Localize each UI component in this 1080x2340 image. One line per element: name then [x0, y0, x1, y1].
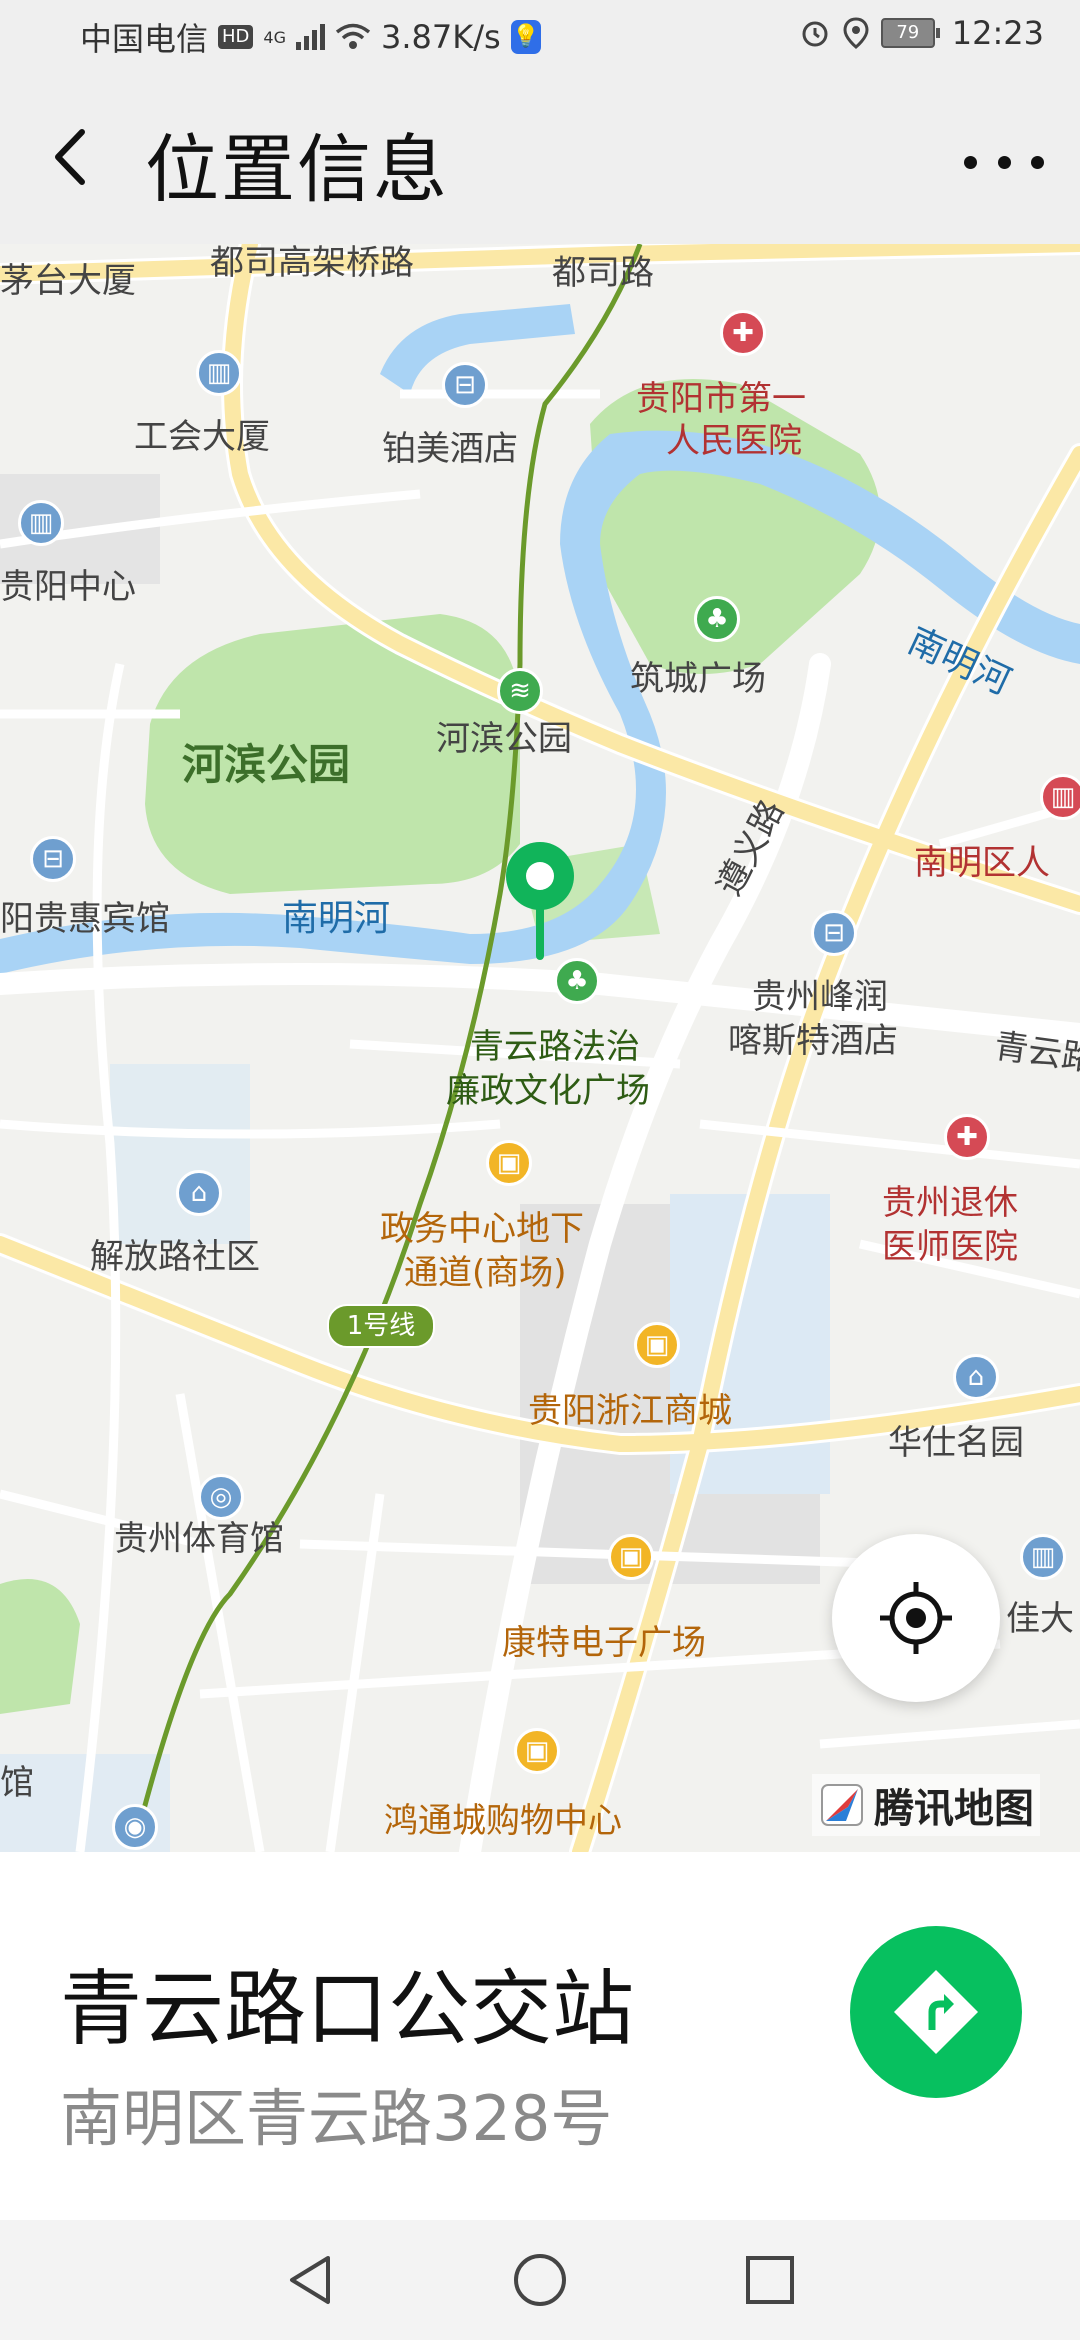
- map-label: 廉政文化广场: [446, 1071, 650, 1111]
- hospital-icon[interactable]: ▥: [1040, 774, 1080, 820]
- alarm-icon: [802, 21, 828, 47]
- map-label: 南明河: [282, 898, 391, 939]
- navigate-button[interactable]: [850, 1926, 1022, 2098]
- tencent-map-logo: 腾讯地图: [812, 1774, 1040, 1836]
- place-name: 青云路口公交站: [60, 1962, 635, 2057]
- nav-home-icon[interactable]: [510, 2250, 570, 2310]
- map-label: 河滨公园: [182, 740, 351, 789]
- map-label: 人民医院: [666, 421, 802, 461]
- map-label: 贵阳市第一: [636, 379, 806, 419]
- hotel-icon[interactable]: ⊟: [442, 362, 488, 408]
- battery-level: 79: [880, 18, 935, 48]
- page-title: 位置信息: [145, 127, 449, 213]
- stadium-icon[interactable]: ◎: [198, 1474, 244, 1520]
- wifi-icon: [335, 23, 371, 49]
- bulb-app-icon: 💡: [510, 20, 541, 54]
- status-left: 中国电信 HD 4G 3.87K/s 💡: [80, 14, 541, 60]
- hotel-icon[interactable]: ⊟: [30, 836, 76, 882]
- map-label: 阳贵惠宾馆: [0, 899, 170, 939]
- map-label: 河滨公园: [436, 719, 572, 759]
- office-icon[interactable]: ▥: [18, 500, 64, 546]
- map-label: 贵州峰润: [752, 977, 888, 1017]
- locate-button[interactable]: [832, 1534, 1000, 1702]
- carrier-label: 中国电信: [80, 20, 209, 58]
- map-label: 茅台大厦: [0, 261, 136, 301]
- map-label: 贵州体育馆: [114, 1519, 284, 1559]
- map-label: 馆: [0, 1763, 34, 1803]
- more-button[interactable]: [964, 142, 1044, 182]
- map-label: 贵州退休: [882, 1183, 1018, 1223]
- speed-label: 3.87K/s: [381, 18, 501, 56]
- title-bar: 位置信息: [0, 72, 1080, 244]
- map-label: 佳大: [1006, 1599, 1074, 1639]
- tencent-map-logo-icon: [821, 1784, 863, 1826]
- more-icon: [964, 155, 977, 169]
- nav-recents-icon[interactable]: [740, 2250, 800, 2310]
- back-button[interactable]: [40, 122, 110, 192]
- shopping-icon[interactable]: ▣: [608, 1534, 654, 1580]
- map-label: 青云路法治: [470, 1027, 640, 1067]
- network-type-label: 4G: [263, 27, 286, 47]
- navigation-icon: [894, 1970, 978, 2054]
- place-info-panel: 青云路口公交站 南明区青云路328号: [0, 1852, 1080, 2220]
- status-right: 79 12:23: [799, 14, 1044, 52]
- shopping-icon[interactable]: ▣: [634, 1322, 680, 1368]
- hotel-icon[interactable]: ⊟: [811, 910, 857, 956]
- park-icon[interactable]: ♣: [694, 596, 740, 642]
- signal-icon: [296, 24, 325, 50]
- place-address: 南明区青云路328号: [60, 2082, 613, 2155]
- map-label: 南明区人: [914, 843, 1050, 883]
- locate-icon: [880, 1582, 952, 1654]
- hospital-icon[interactable]: ✚: [944, 1114, 990, 1160]
- office-icon[interactable]: ▥: [196, 350, 242, 396]
- location-pin-icon: [506, 842, 574, 960]
- map-label: 贵阳中心: [0, 567, 136, 607]
- chevron-left-icon: [55, 129, 85, 185]
- map-view[interactable]: ✚ ▥ ⊟ ▥ ♣ ≋ ▥ ⊟ ⊟ ♣ ✚ ▣ ⌂ ▣ ⌂ ◎ ▣ ▥ ▣ ◉ …: [0, 244, 1080, 1852]
- park-sw-area: [0, 1579, 80, 1714]
- metro-station-icon[interactable]: ≋: [497, 668, 543, 714]
- clock: 12:23: [951, 14, 1044, 52]
- map-label: 通道(商场): [404, 1253, 567, 1293]
- hospital-icon[interactable]: ✚: [720, 310, 766, 356]
- residential-icon[interactable]: ⌂: [953, 1354, 999, 1400]
- metro-station-icon[interactable]: ◉: [112, 1804, 158, 1850]
- map-label: 筑城广场: [630, 659, 766, 699]
- map-label: 华仕名园: [888, 1423, 1024, 1463]
- map-label: 政务中心地下: [380, 1209, 584, 1249]
- metro-line-badge: 1号线: [327, 1304, 435, 1348]
- map-label: 医师医院: [882, 1227, 1018, 1267]
- map-label: 都司高架桥路: [210, 244, 414, 283]
- office-icon[interactable]: ▥: [1020, 1534, 1066, 1580]
- residential-icon[interactable]: ⌂: [176, 1170, 222, 1216]
- system-nav-bar: [0, 2220, 1080, 2340]
- map-label: 康特电子广场: [502, 1623, 706, 1663]
- hd-badge: HD: [218, 25, 254, 49]
- map-label: 铂美酒店: [382, 429, 518, 469]
- map-label: 喀斯特酒店: [728, 1021, 898, 1061]
- logo-text: 腾讯地图: [874, 1786, 1034, 1832]
- shopping-icon[interactable]: ▣: [514, 1728, 560, 1774]
- shopping-icon[interactable]: ▣: [486, 1140, 532, 1186]
- map-label: 鸿通城购物中心: [384, 1801, 622, 1841]
- map-label: 解放路社区: [90, 1237, 260, 1277]
- status-bar: 中国电信 HD 4G 3.87K/s 💡 79 12:23: [0, 0, 1080, 72]
- battery-icon: 79: [880, 18, 940, 48]
- nav-back-icon[interactable]: [280, 2250, 340, 2310]
- map-label: 工会大厦: [134, 417, 270, 457]
- location-icon: [843, 17, 869, 49]
- map-label: 贵阳浙江商城: [528, 1391, 732, 1431]
- map-label: 都司路: [552, 253, 654, 293]
